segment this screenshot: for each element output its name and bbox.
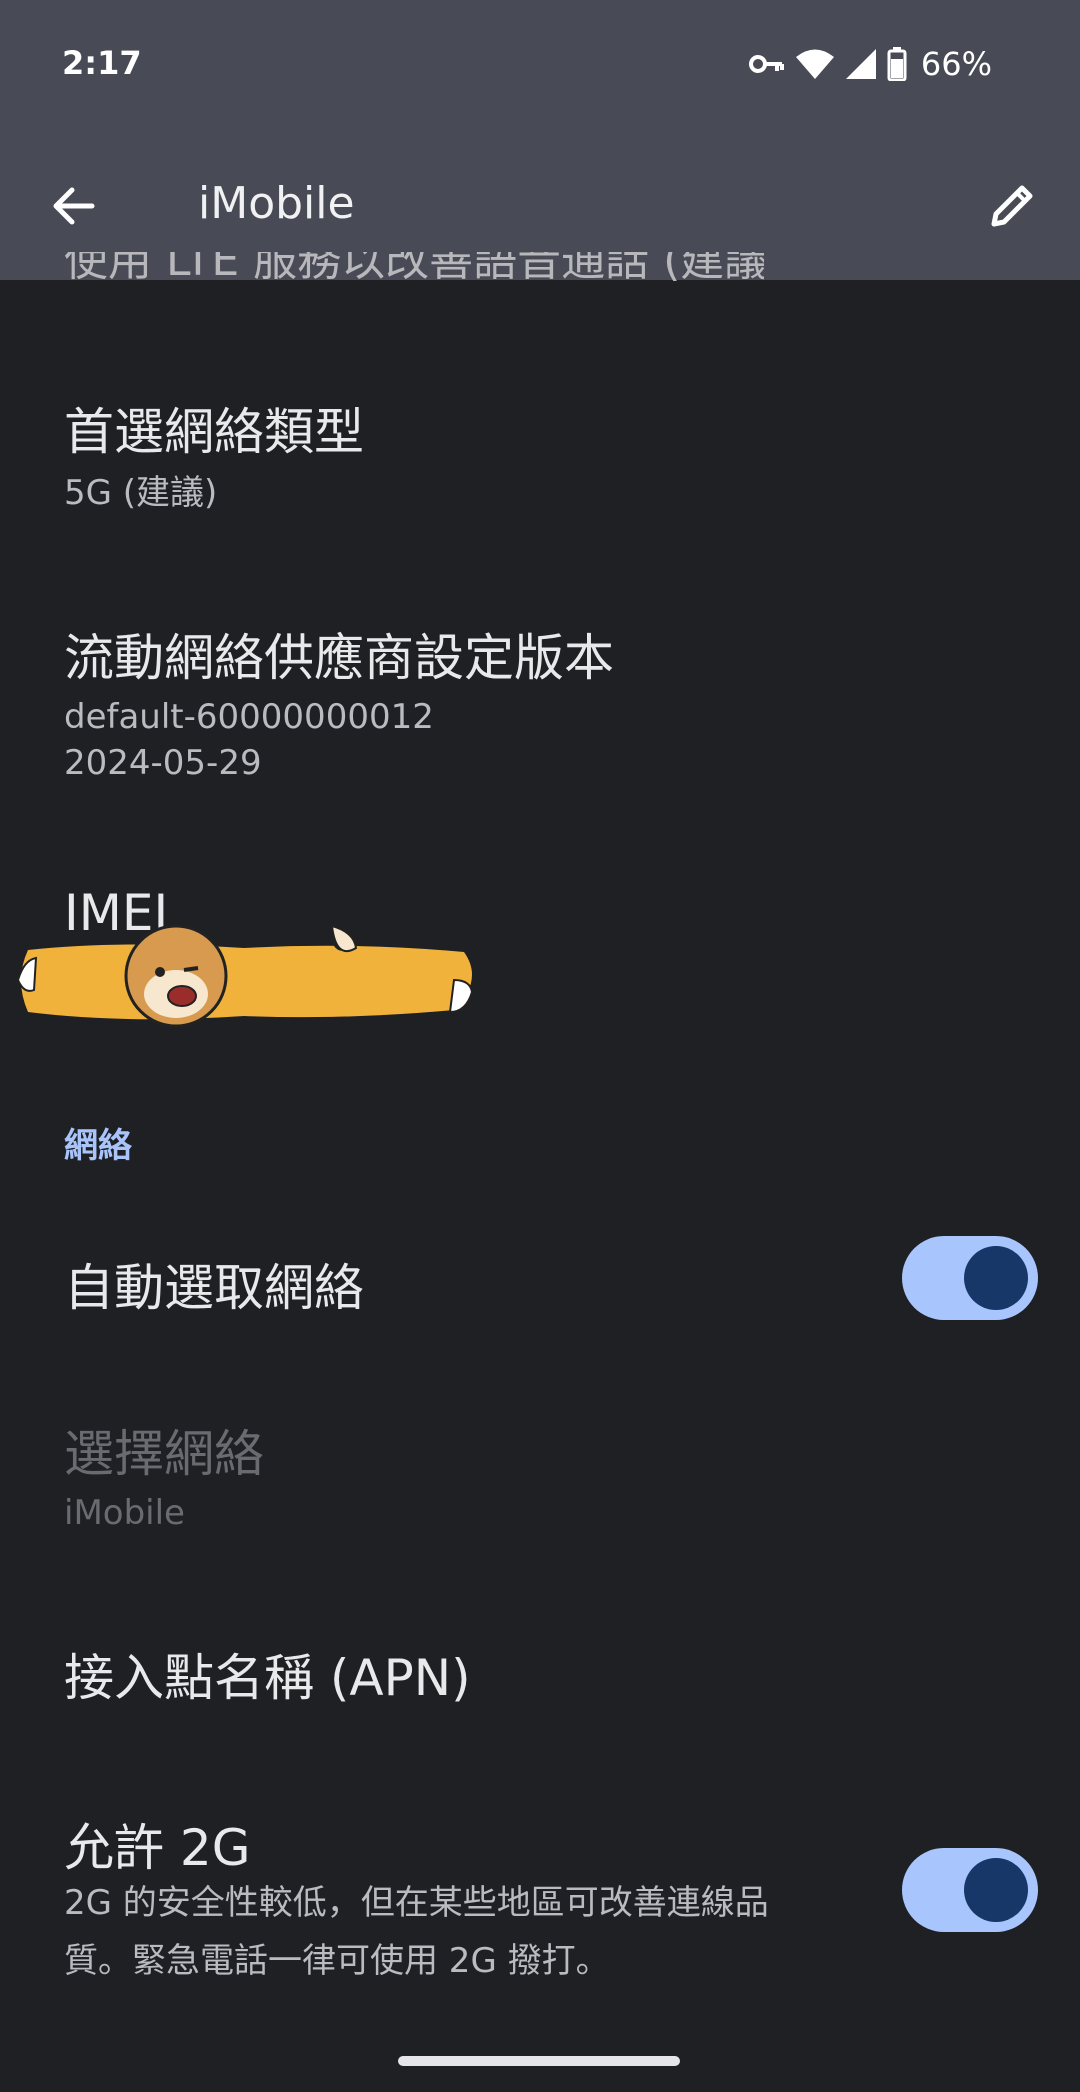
partially-scrolled-row: 使用 LTE 服務以改善語音通話 (建議) (64, 252, 764, 282)
choose-network-title: 選擇網絡 (64, 1425, 264, 1483)
allow-2g-summary-line2: 質。緊急電話一律可使用 2G 撥打。 (64, 1941, 610, 1981)
partially-scrolled-text: 使用 LTE 服務以改善語音通話 (建議) (64, 252, 764, 282)
allow-2g-toggle[interactable] (902, 1848, 1038, 1932)
apn-title: 接入點名稱 (APN) (64, 1649, 471, 1707)
carrier-settings-version-line1: default-60000000012 (64, 697, 434, 737)
wifi-icon (795, 49, 834, 79)
battery-percent: 66% (920, 45, 992, 83)
auto-select-network-title: 自動選取網絡 (64, 1259, 364, 1317)
status-time: 2:17 (62, 44, 142, 82)
signal-icon (845, 49, 876, 79)
pencil-icon (991, 185, 1033, 227)
status-icons: 66% (748, 44, 992, 84)
arrow-back-icon (53, 187, 95, 225)
back-button[interactable] (48, 180, 100, 232)
preferred-network-type-title: 首選網絡類型 (64, 403, 364, 461)
top-app-bar: 2:17 66% iMobile (0, 0, 1080, 280)
vpn-key-icon (748, 55, 784, 73)
carrier-settings-version-title: 流動網絡供應商設定版本 (64, 629, 614, 687)
page-title: iMobile (198, 178, 355, 229)
battery-icon (887, 47, 907, 81)
edit-button[interactable] (984, 178, 1040, 234)
redaction-sticker (16, 924, 474, 1028)
auto-select-network-toggle[interactable] (902, 1236, 1038, 1320)
allow-2g-title: 允許 2G (64, 1819, 251, 1877)
toggle-thumb (964, 1858, 1028, 1922)
network-section-header: 網絡 (64, 1126, 132, 1166)
carrier-settings-version-line2: 2024-05-29 (64, 743, 262, 783)
preferred-network-type-summary: 5G (建議) (64, 473, 218, 513)
choose-network-summary: iMobile (64, 1493, 185, 1533)
toggle-thumb (964, 1246, 1028, 1310)
gesture-nav-handle[interactable] (398, 2056, 680, 2066)
allow-2g-summary-line1: 2G 的安全性較低，但在某些地區可改善連線品 (64, 1883, 769, 1923)
